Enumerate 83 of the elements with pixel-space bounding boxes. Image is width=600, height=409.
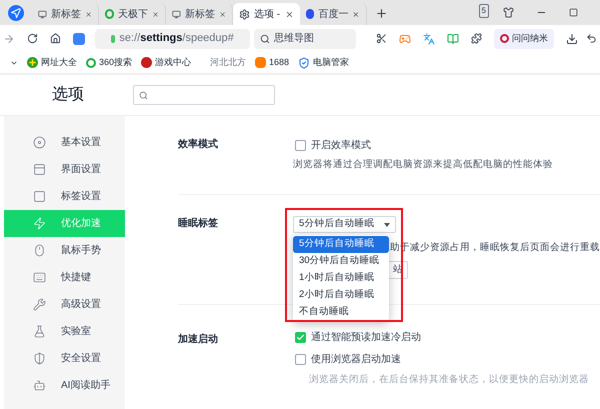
sidebar-item[interactable]: 标签设置	[4, 183, 125, 210]
close-icon[interactable]	[84, 10, 92, 18]
section-title: 睡眠标签	[178, 216, 219, 231]
checkbox[interactable]	[295, 332, 306, 342]
bookmark-item[interactable]: 360搜索	[86, 56, 132, 70]
checkbox[interactable]	[295, 140, 306, 150]
sidebar-item[interactable]: 界面设置	[4, 156, 125, 183]
translate-icon[interactable]	[423, 32, 436, 44]
close-icon[interactable]	[285, 10, 294, 18]
page-icon	[38, 8, 47, 20]
scissors-icon[interactable]	[376, 33, 388, 44]
sidebar-item[interactable]: 安全设置	[4, 345, 125, 372]
address-text: se://settings/speedup#	[119, 31, 234, 46]
caret-icon	[384, 222, 390, 226]
checkbox-label: 通过智能预读加速冷启动	[311, 330, 421, 344]
bookmark-item[interactable]: 网址大全	[27, 56, 77, 70]
reload-icon[interactable]	[26, 33, 38, 44]
flask-icon	[33, 325, 46, 338]
wrench-icon	[33, 298, 46, 311]
browser-tab[interactable]: 选项 -	[233, 3, 300, 25]
sidebar-item[interactable]: 基本设置	[4, 129, 125, 156]
checkbox[interactable]	[295, 354, 306, 364]
section-title: 加速启动	[178, 332, 219, 347]
sidebar-item[interactable]: 高级设置	[4, 291, 125, 318]
search-icon	[260, 34, 270, 44]
download-icon[interactable]	[566, 32, 578, 44]
tab-icon	[33, 190, 46, 203]
dropdown-option[interactable]: 不自动睡眠	[293, 304, 389, 321]
bolt-icon	[33, 217, 46, 230]
maximize-icon[interactable]	[569, 8, 578, 17]
search-field[interactable]: 思维导图	[254, 28, 356, 48]
address-bar[interactable]: se://settings/speedup#	[94, 28, 250, 48]
checkbox-label: 开启效率模式	[311, 138, 371, 152]
page-icon	[172, 8, 181, 20]
plus-icon	[27, 57, 38, 68]
close-icon[interactable]	[218, 10, 226, 18]
tab-title: 新标签	[50, 8, 81, 22]
page-title: 选项	[51, 84, 85, 105]
search-value: 思维导图	[274, 32, 314, 46]
tab-title: 选项 -	[254, 8, 281, 22]
sleep-select[interactable]: 5分钟后自动睡眠	[293, 216, 396, 233]
navigation-icon[interactable]	[8, 5, 24, 21]
checkbox-label: 使用浏览器启动加速	[311, 352, 401, 366]
profile-logo-icon	[500, 34, 510, 43]
search-icon	[139, 90, 148, 100]
bookmark-item[interactable]: 河北北方	[210, 56, 246, 70]
window-icon	[33, 163, 46, 176]
undo-icon[interactable]	[586, 33, 597, 44]
ring-icon	[86, 58, 96, 68]
tab-title: 新标签	[184, 8, 215, 22]
dropdown-option[interactable]: 2小时后自动睡眠	[293, 287, 389, 304]
tab-title: 天极下	[118, 8, 148, 22]
bookmark-item[interactable]: 1688	[255, 56, 290, 70]
sidebar-item[interactable]: 实验室	[4, 318, 125, 345]
extension-icon[interactable]	[471, 33, 482, 44]
bookmark-item[interactable]: 电脑管家	[298, 56, 350, 70]
section-title: 效率模式	[178, 137, 219, 152]
book-icon[interactable]	[447, 32, 460, 44]
profile-button[interactable]: 问问纳米	[494, 28, 554, 48]
shield-icon	[298, 56, 310, 68]
bookmark-item[interactable]: 游戏中心	[141, 56, 192, 70]
shirt-icon[interactable]	[503, 7, 514, 18]
sidebar-item[interactable]: AI阅读助手	[4, 372, 125, 399]
section-description: 浏览器关闭后，在后台保持其准备状态，以便更快的启动浏览器	[309, 373, 589, 387]
tab-title: 百度一	[318, 8, 348, 22]
gamepad-icon[interactable]	[399, 32, 412, 44]
settings-search-field[interactable]	[133, 85, 275, 105]
home-icon[interactable]	[50, 33, 61, 44]
shield-icon	[33, 352, 46, 365]
ring-icon	[105, 9, 114, 19]
disc-icon	[33, 136, 46, 149]
close-icon[interactable]	[152, 10, 159, 18]
sidebar-item[interactable]: 鼠标手势	[4, 237, 125, 264]
dropdown-option[interactable]: 5分钟后自动睡眠	[293, 236, 389, 253]
mouse-icon	[33, 244, 46, 257]
section-description: 浏览器将通过合理调配电脑资源来提高低配电脑的性能体验	[293, 158, 553, 172]
forward-icon[interactable]	[3, 32, 15, 44]
sidebar-item[interactable]: 快捷键	[4, 264, 125, 291]
gear-icon	[239, 8, 250, 20]
close-icon[interactable]	[352, 10, 360, 18]
new-tab-icon[interactable]	[375, 7, 388, 20]
tab-count[interactable]: 5	[478, 4, 489, 18]
keyboard-icon	[33, 271, 46, 284]
